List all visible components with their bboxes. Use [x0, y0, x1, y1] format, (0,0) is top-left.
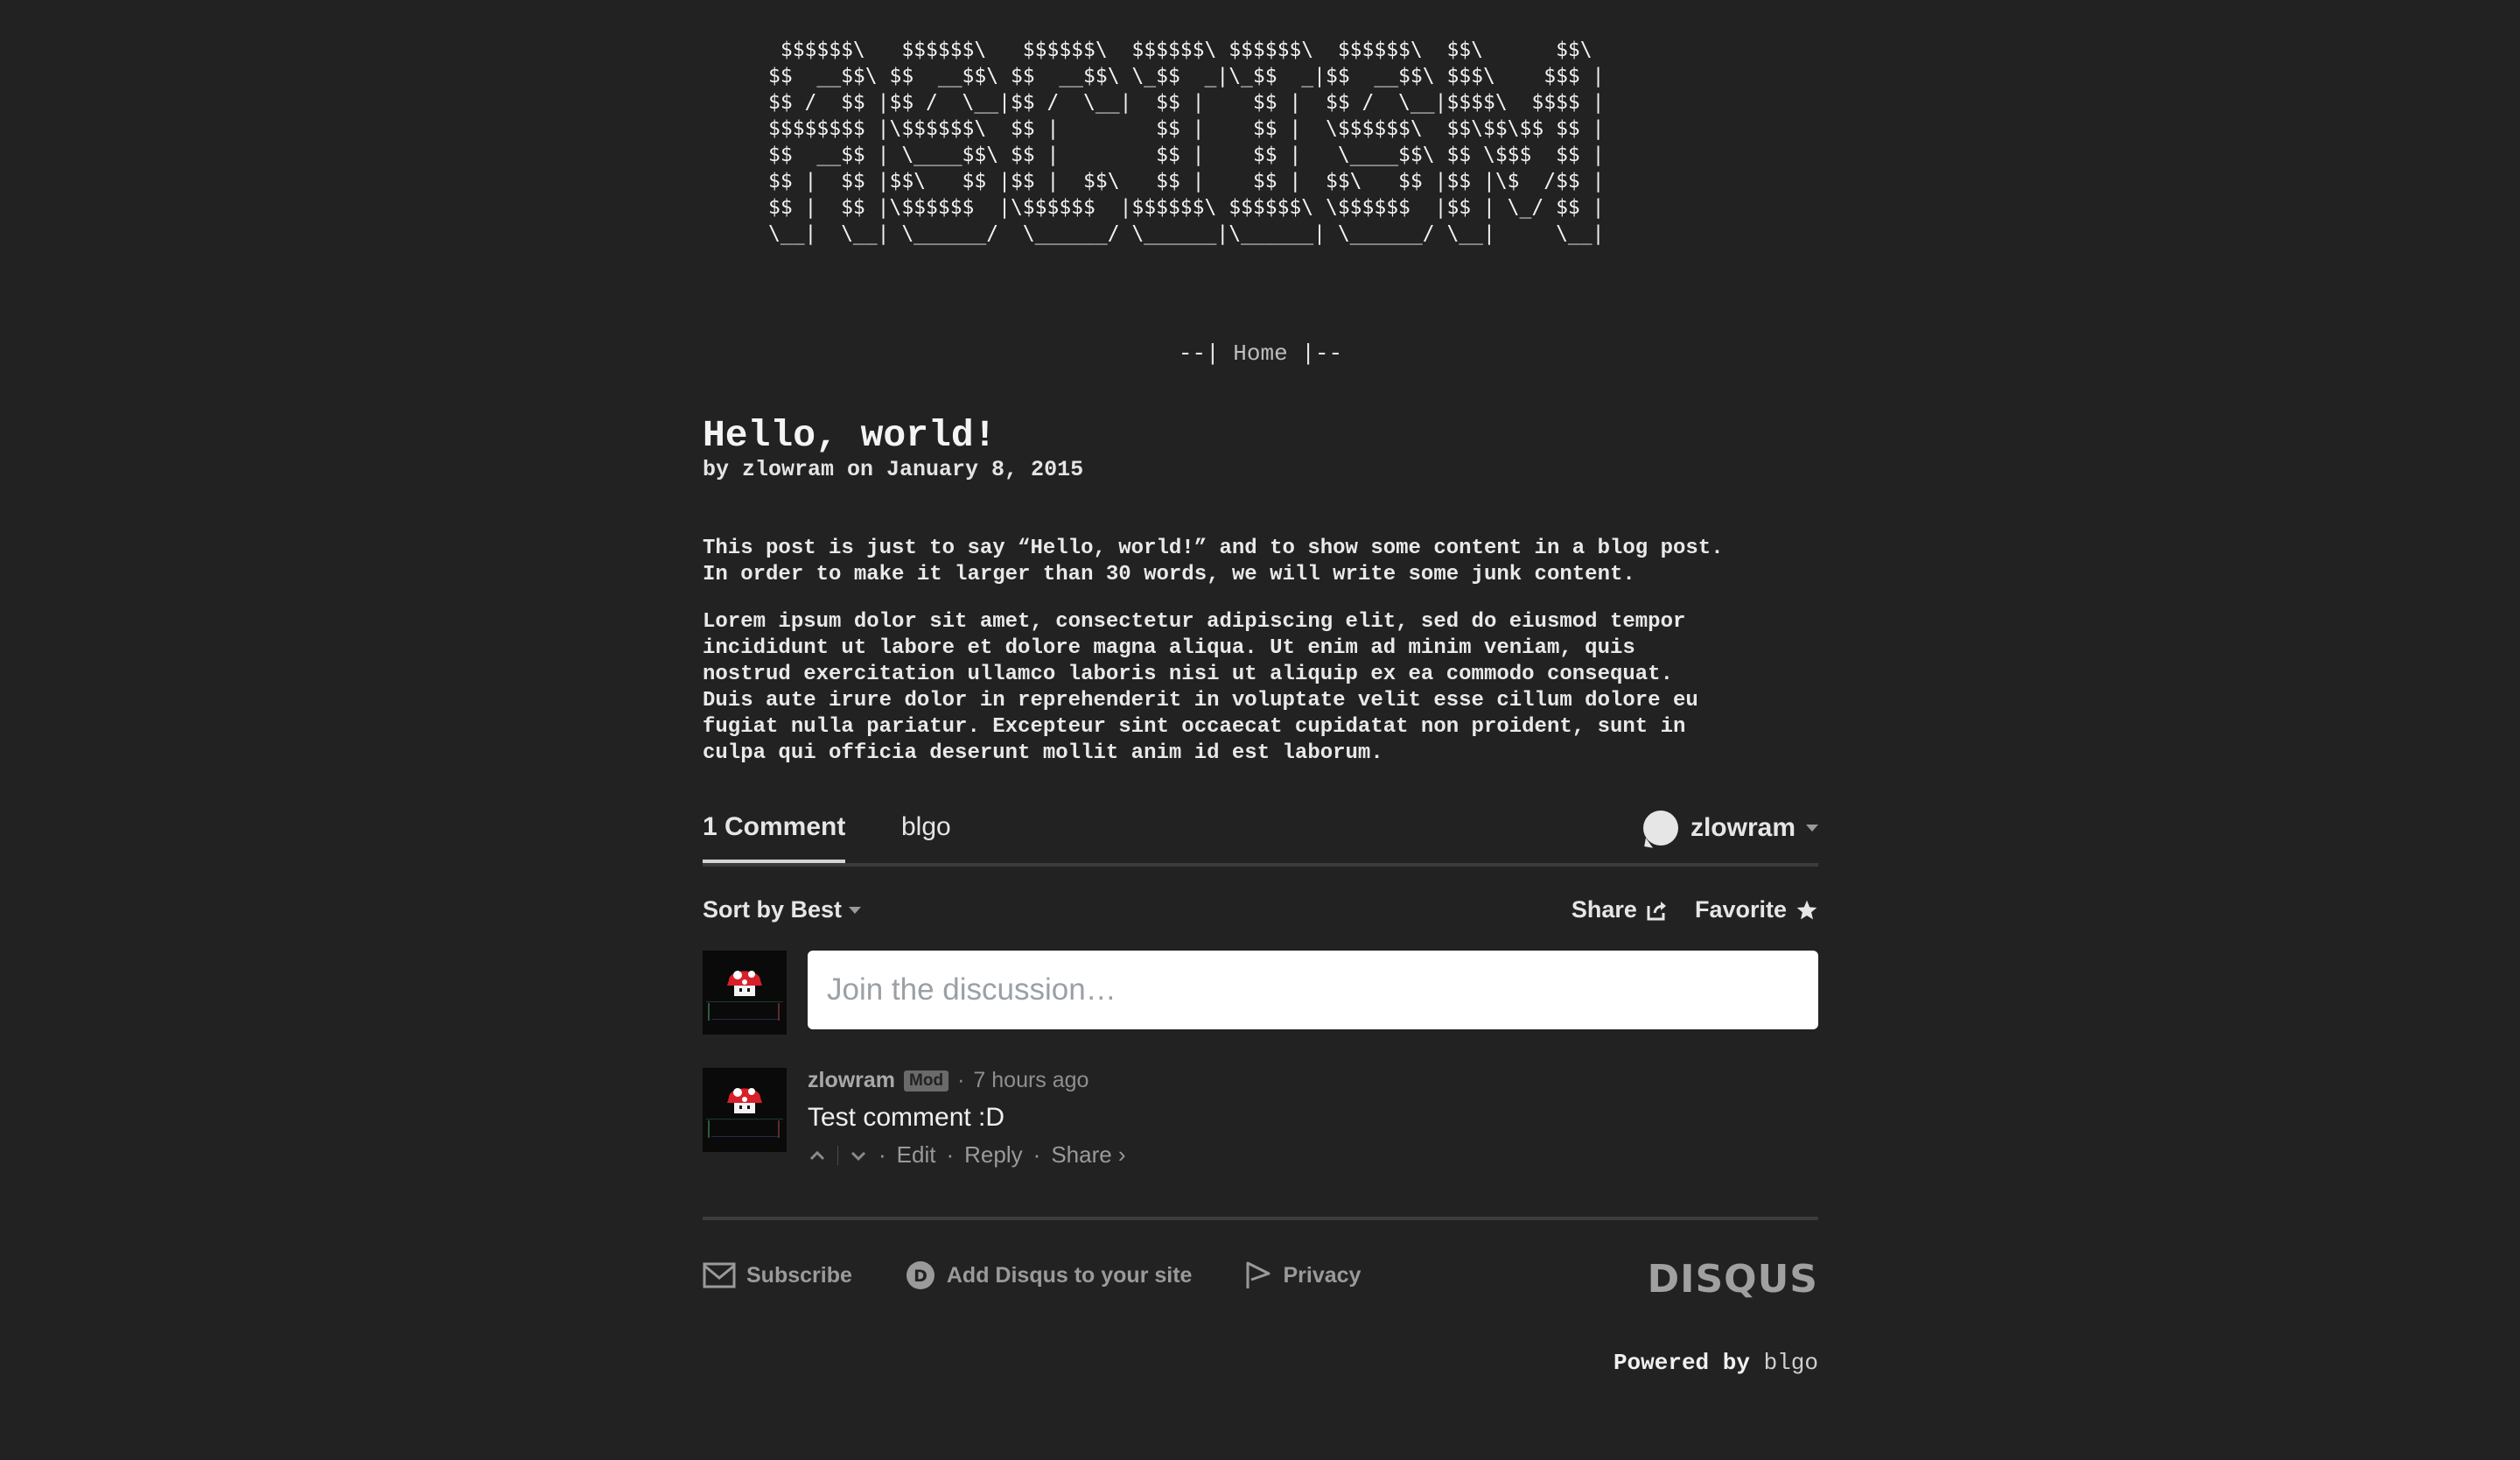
favorite-label: Favorite	[1694, 896, 1787, 923]
share-button[interactable]: Share	[1572, 896, 1669, 923]
thread-actions: Share Favorite	[1572, 896, 1818, 923]
sort-dropdown[interactable]: Sort by Best	[703, 896, 862, 923]
comment-time[interactable]: 7 hours ago	[973, 1068, 1088, 1093]
star-icon	[1796, 900, 1817, 919]
post-title: Hello, world!	[703, 414, 997, 457]
avatar[interactable]	[703, 1068, 787, 1152]
share-icon	[1647, 901, 1666, 920]
privacy-flag-icon	[1246, 1261, 1270, 1288]
comment-header: zlowram Mod · 7 hours ago	[808, 1068, 1088, 1093]
ascii-logo: $$$$$$\ $$$$$$\ $$$$$$\ $$$$$$\ $$$$$$\ …	[768, 39, 1605, 245]
privacy-link[interactable]: Privacy	[1244, 1260, 1361, 1290]
nav-suffix: |--	[1287, 340, 1343, 367]
upvote-icon[interactable]	[808, 1146, 827, 1165]
powered-prefix: Powered by	[1613, 1350, 1764, 1376]
comment-composer	[703, 951, 1818, 1035]
separator: ·	[878, 1141, 886, 1168]
vote-divider	[837, 1145, 838, 1165]
comment-author[interactable]: zlowram	[808, 1068, 895, 1093]
user-menu-name: zlowram	[1690, 813, 1796, 842]
edit-link[interactable]: Edit	[897, 1141, 936, 1169]
disqus-thread: 1 Comment blgo zlowram Sort by Best Shar…	[703, 807, 1818, 1302]
nav-prefix: --|	[1178, 340, 1234, 367]
notification-bubble-icon	[1642, 811, 1678, 846]
privacy-label: Privacy	[1283, 1262, 1362, 1288]
post-body: This post is just to say “Hello, world!”…	[703, 536, 1818, 788]
svg-text:D: D	[914, 1267, 928, 1286]
add-disqus-label: Add Disqus to your site	[946, 1262, 1193, 1288]
subscribe-label: Subscribe	[746, 1262, 852, 1288]
tab-forum[interactable]: blgo	[901, 812, 951, 842]
separator: ·	[946, 1141, 955, 1168]
envelope-icon	[703, 1262, 736, 1288]
mushroom-avatar-icon	[703, 1068, 787, 1152]
favorite-button[interactable]: Favorite	[1695, 896, 1818, 923]
comment-text: Test comment :D	[808, 1103, 1005, 1132]
tab-comments[interactable]: 1 Comment	[703, 812, 846, 863]
page: $$$$$$\ $$$$$$\ $$$$$$\ $$$$$$\ $$$$$$\ …	[703, 37, 1818, 1376]
separator: ·	[957, 1068, 965, 1092]
join-discussion-input[interactable]	[808, 951, 1818, 1029]
mushroom-avatar-icon	[703, 951, 787, 1035]
downvote-icon[interactable]	[849, 1146, 868, 1165]
post-paragraph: Lorem ipsum dolor sit amet, consectetur …	[703, 610, 1698, 765]
post-paragraph: This post is just to say “Hello, world!”…	[703, 537, 1724, 586]
avatar[interactable]	[703, 951, 787, 1035]
powered-by: Powered by blgo	[1614, 1350, 1818, 1376]
comment-share-link[interactable]: Share ›	[1051, 1141, 1125, 1169]
comment-actions: · Edit · Reply · Share ›	[808, 1141, 1126, 1169]
add-disqus-link[interactable]: D Add Disqus to your site	[905, 1260, 1193, 1291]
disqus-footer: Subscribe D Add Disqus to your site Priv…	[703, 1253, 1818, 1302]
post-byline: by zlowram on January 8, 2015	[703, 457, 1084, 482]
nav-home-link[interactable]: Home	[1233, 340, 1287, 367]
mod-badge: Mod	[904, 1070, 949, 1091]
share-label: Share	[1571, 896, 1637, 923]
blgo-link[interactable]: blgo	[1764, 1350, 1818, 1376]
top-nav: --| Home |--	[703, 340, 1818, 367]
disqus-logo[interactable]: DISQUS	[1648, 1257, 1818, 1302]
chevron-down-icon	[1806, 825, 1818, 832]
comment-item: zlowram Mod · 7 hours ago Test comment :…	[703, 1068, 1818, 1182]
sort-label: Sort by Best	[703, 896, 843, 923]
chevron-down-icon	[849, 906, 862, 914]
separator: ·	[1032, 1141, 1041, 1168]
thread-toolbar: Sort by Best Share Favorite	[703, 867, 1818, 928]
subscribe-link[interactable]: Subscribe	[703, 1262, 852, 1288]
disqus-tabs: 1 Comment blgo zlowram	[703, 807, 1818, 867]
user-menu[interactable]: zlowram	[1642, 811, 1818, 846]
reply-link[interactable]: Reply	[964, 1141, 1022, 1169]
disqus-d-icon: D	[906, 1261, 934, 1289]
footer-divider	[703, 1217, 1818, 1220]
